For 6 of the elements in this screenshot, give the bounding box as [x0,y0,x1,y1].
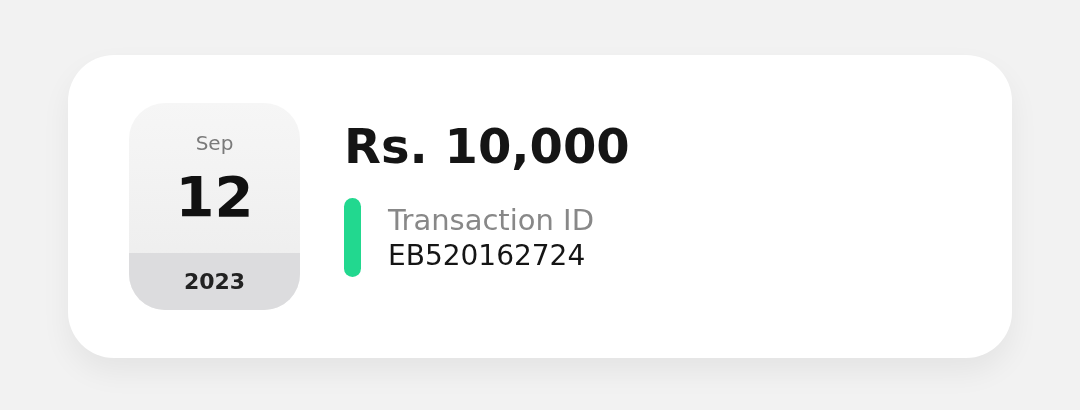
date-month: Sep [195,131,234,155]
date-day: 12 [175,169,254,225]
transaction-label: Transaction ID [388,203,594,237]
transaction-id: EB520162724 [388,239,587,272]
amount-text: Rs. 10,000 [344,118,630,174]
date-year: 2023 [129,253,300,310]
